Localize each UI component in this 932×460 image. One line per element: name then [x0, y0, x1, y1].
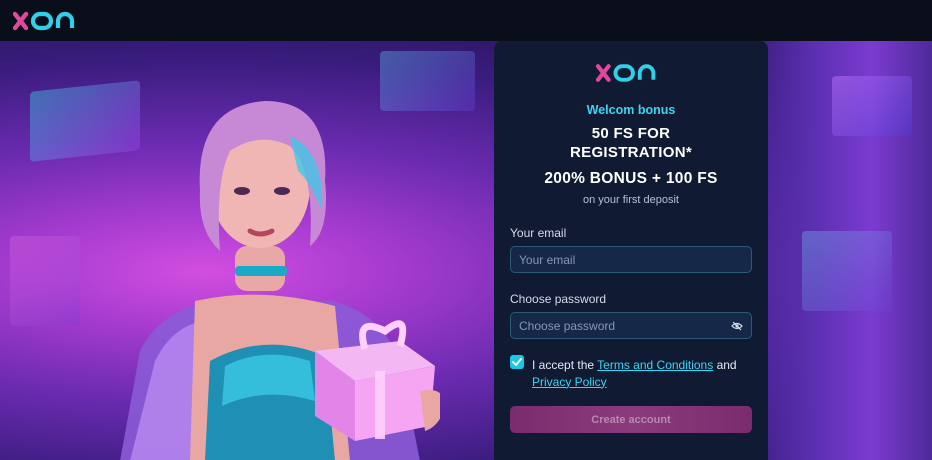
slot-screen — [832, 76, 912, 136]
deposit-bonus-line: 200% BONUS + 100 FS — [544, 170, 718, 187]
privacy-link[interactable]: Privacy Policy — [532, 375, 607, 389]
email-field-wrapper — [510, 246, 752, 273]
email-field[interactable] — [519, 252, 719, 267]
password-label: Choose password — [510, 292, 607, 306]
accept-prefix: I accept the — [532, 358, 595, 372]
password-field[interactable] — [519, 318, 719, 333]
bonus-offer-line: REGISTRATION* — [570, 144, 692, 161]
xon-logo-icon — [596, 64, 656, 82]
terms-link[interactable]: Terms and Conditions — [597, 358, 713, 372]
bonus-title: Welcom bonus — [586, 103, 676, 117]
hero-background — [0, 41, 932, 460]
accept-terms-text: I accept the Terms and Conditions and Pr… — [532, 357, 754, 390]
slot-screen — [10, 236, 80, 326]
xon-logo-icon — [13, 11, 75, 30]
checkmark-icon — [512, 358, 522, 366]
create-account-button[interactable]: Create account — [510, 406, 752, 433]
xon-logo[interactable] — [13, 9, 85, 33]
slot-screen — [802, 231, 892, 311]
bonus-offer-line: 50 FS FOR — [591, 125, 671, 142]
email-label: Your email — [510, 226, 567, 240]
registration-panel: Welcom bonus 50 FS FOR REGISTRATION* 200… — [494, 41, 768, 460]
hero-character-illustration — [120, 101, 440, 460]
eye-slash-icon[interactable] — [731, 321, 743, 331]
accept-terms-checkbox[interactable] — [510, 355, 524, 369]
accept-and: and — [716, 358, 737, 372]
top-bar — [0, 0, 932, 41]
password-field-wrapper — [510, 312, 752, 339]
bonus-note: on your first deposit — [583, 194, 679, 206]
